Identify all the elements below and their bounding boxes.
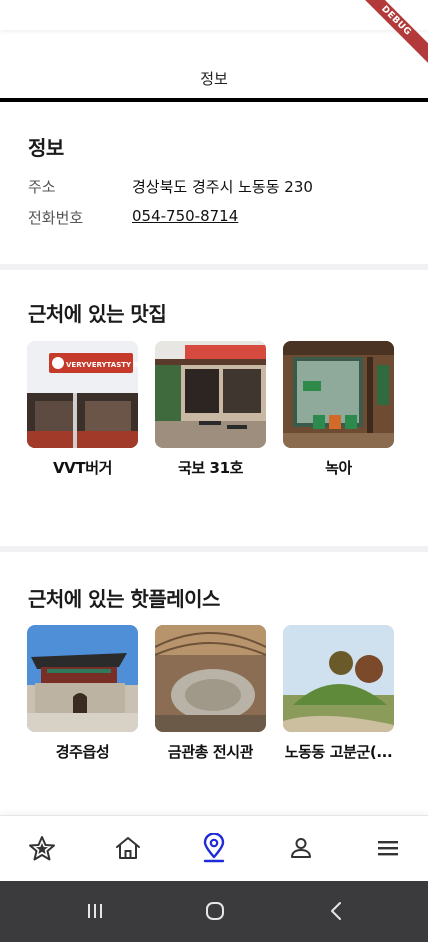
home-icon[interactable] <box>113 833 143 863</box>
burial-mound-photo <box>283 625 394 732</box>
phone-label: 전화번호 <box>28 209 84 227</box>
phone-row: 전화번호 054-750-8714 <box>28 207 408 231</box>
burger-sign-text: VERYVERYTASTY BURGER <box>66 361 138 369</box>
hotplace-card[interactable]: 노동동 고분군(... <box>283 625 394 762</box>
restaurant-name: 녹아 <box>325 459 352 477</box>
address-label: 주소 <box>28 178 56 196</box>
phone-link[interactable]: 054-750-8714 <box>132 207 238 225</box>
restaurant-name: VVT버거 <box>52 459 113 477</box>
bottom-navigation <box>0 815 428 881</box>
home-circle-icon[interactable] <box>201 899 229 923</box>
hotplaces-section: 근처에 있는 핫플레이스 경주읍성 금관총 전시관 노동동 고분군(... <box>0 552 428 814</box>
cafe-storefront-photo <box>155 341 266 448</box>
hanok-shop-photo <box>283 341 394 448</box>
hotplace-card[interactable]: 금관총 전시관 <box>155 625 266 762</box>
system-navigation-bar <box>0 881 428 942</box>
restaurant-card[interactable]: VERYVERYTASTY BURGER VVT버거 <box>27 341 138 478</box>
star-icon[interactable] <box>27 833 57 863</box>
profile-icon[interactable] <box>286 833 316 863</box>
restaurant-card[interactable]: 국보 31호 <box>155 341 266 478</box>
address-value: 경상북도 경주시 노동동 230 <box>132 178 313 196</box>
hotplace-card[interactable]: 경주읍성 <box>27 625 138 762</box>
hotplace-name: 노동동 고분군(... <box>284 743 393 761</box>
tab-info[interactable]: 정보 <box>0 68 428 89</box>
address-row: 주소 경상북도 경주시 노동동 230 <box>28 176 408 200</box>
info-section: 정보 주소 경상북도 경주시 노동동 230 전화번호 054-750-8714 <box>0 102 428 266</box>
hotplace-list: 경주읍성 금관총 전시관 노동동 고분군(... <box>27 625 394 762</box>
fortress-gate-photo <box>27 625 138 732</box>
info-title: 정보 <box>28 136 64 160</box>
restaurants-title: 근처에 있는 맛집 <box>28 302 167 326</box>
restaurants-section: 근처에 있는 맛집 VERYVERYTASTY BURGER VVT버거 <box>0 270 428 548</box>
back-icon[interactable] <box>323 899 351 923</box>
status-bar <box>0 0 428 30</box>
hotplace-name: 경주읍성 <box>55 743 110 761</box>
restaurant-card[interactable]: 녹아 <box>283 341 394 478</box>
exhibition-hall-photo <box>155 625 266 732</box>
location-pin-icon[interactable] <box>199 833 229 863</box>
recents-icon[interactable] <box>81 899 109 923</box>
hotplaces-title: 근처에 있는 핫플레이스 <box>28 587 220 611</box>
hotplace-name: 금관총 전시관 <box>167 743 254 761</box>
restaurant-list: VERYVERYTASTY BURGER VVT버거 <box>27 341 394 478</box>
burger-shop-photo: VERYVERYTASTY BURGER <box>27 341 138 448</box>
menu-icon[interactable] <box>373 833 403 863</box>
restaurant-name: 국보 31호 <box>177 459 244 477</box>
tab-bar: 정보 <box>0 58 428 102</box>
